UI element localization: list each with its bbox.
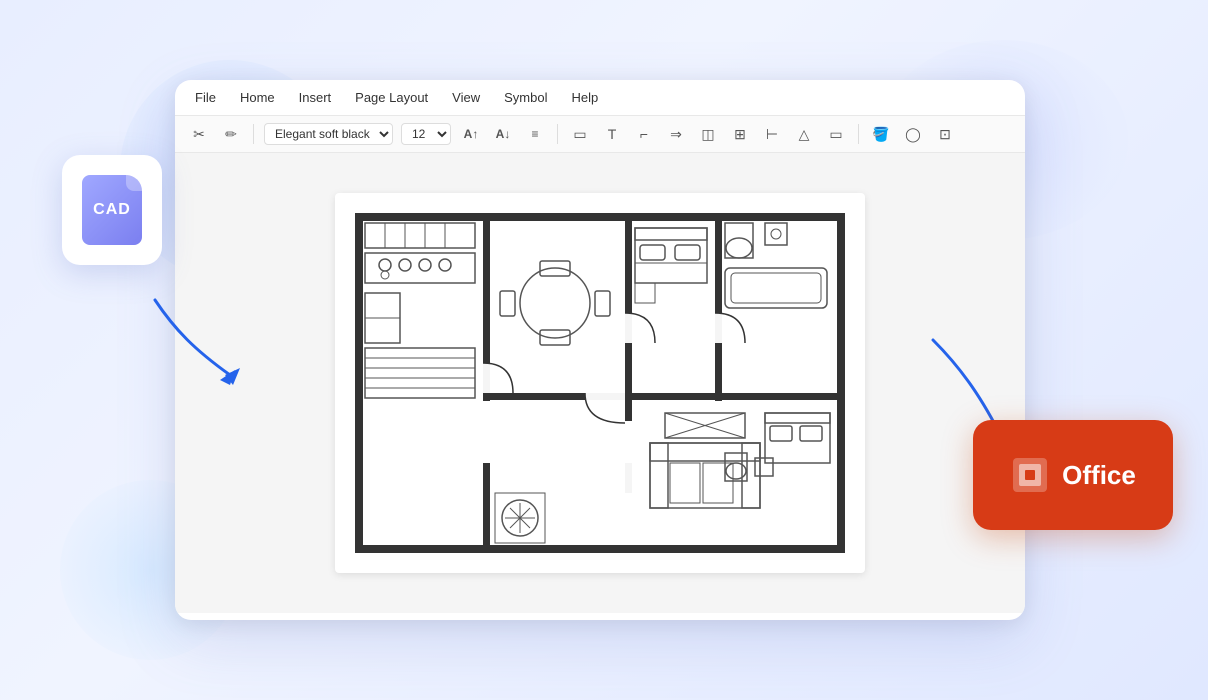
font-increase-btn[interactable]: A↑: [459, 122, 483, 146]
menu-help[interactable]: Help: [567, 88, 602, 107]
table-tool[interactable]: ⊞: [728, 122, 752, 146]
menu-insert[interactable]: Insert: [295, 88, 336, 107]
cad-file-shape: CAD: [82, 175, 142, 245]
toolbar-separator-2: [557, 124, 558, 144]
cad-file-icon: CAD: [62, 155, 162, 265]
arrow-tool[interactable]: ⇒: [664, 122, 688, 146]
canvas-area[interactable]: [175, 153, 1025, 613]
office-label: Office: [1062, 460, 1136, 491]
toolbar-separator-1: [253, 124, 254, 144]
menu-file[interactable]: File: [191, 88, 220, 107]
scissors-tool[interactable]: ✂: [187, 122, 211, 146]
mountain-tool[interactable]: △: [792, 122, 816, 146]
menu-home[interactable]: Home: [236, 88, 279, 107]
menu-page-layout[interactable]: Page Layout: [351, 88, 432, 107]
text-tool[interactable]: T: [600, 122, 624, 146]
circle-tool[interactable]: ◯: [901, 122, 925, 146]
cad-label: CAD: [93, 201, 131, 219]
page-tool[interactable]: ▭: [824, 122, 848, 146]
menu-bar: File Home Insert Page Layout View Symbol…: [175, 80, 1025, 116]
office-logo-icon: [1010, 455, 1050, 495]
layers-tool[interactable]: ◫: [696, 122, 720, 146]
pen-tool[interactable]: ✏: [219, 122, 243, 146]
fill-tool[interactable]: 🪣: [869, 122, 893, 146]
toolbar-separator-3: [858, 124, 859, 144]
font-decrease-btn[interactable]: A↓: [491, 122, 515, 146]
rect-tool[interactable]: ▭: [568, 122, 592, 146]
crop-tool[interactable]: ⊡: [933, 122, 957, 146]
menu-symbol[interactable]: Symbol: [500, 88, 551, 107]
font-selector[interactable]: Elegant soft black: [264, 123, 393, 145]
cad-arrow: [145, 290, 245, 395]
office-icon: Office: [973, 420, 1173, 530]
toolbar: ✂ ✏ Elegant soft black 12 A↑ A↓ ≡ ▭ T ⌐ …: [175, 116, 1025, 153]
corner-tool[interactable]: ⌐: [632, 122, 656, 146]
font-size-selector[interactable]: 12: [401, 123, 451, 145]
app-window: File Home Insert Page Layout View Symbol…: [175, 80, 1025, 620]
ruler-tool[interactable]: ⊢: [760, 122, 784, 146]
align-tool[interactable]: ≡: [523, 122, 547, 146]
menu-view[interactable]: View: [448, 88, 484, 107]
floor-plan-svg: [335, 193, 865, 573]
